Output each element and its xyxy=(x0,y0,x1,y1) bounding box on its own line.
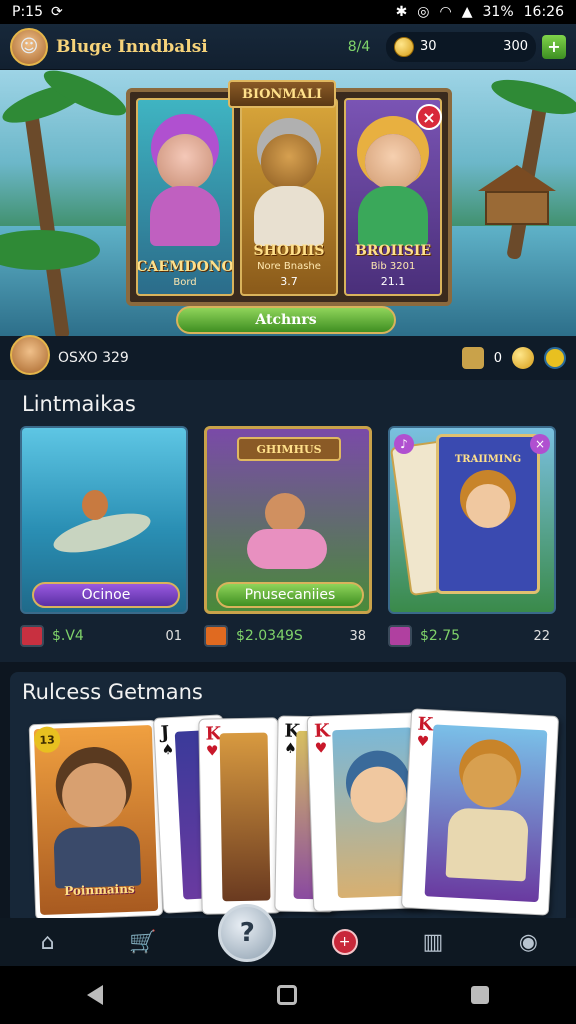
horn-icon[interactable] xyxy=(461,347,484,369)
hero-banner-title: BIONMALI xyxy=(228,80,336,108)
spade-icon: ♠ xyxy=(161,741,175,759)
hero-card-name: CAEMDONO xyxy=(136,259,234,275)
alarm-icon: ◎ xyxy=(417,4,430,20)
currency-bar: 30 300 xyxy=(386,31,536,62)
tile-button[interactable]: Ocinoe xyxy=(32,582,180,608)
diver-shape xyxy=(82,490,108,520)
section-title: Rulcess Getmans xyxy=(22,680,203,704)
bluetooth-icon: ✱ xyxy=(395,4,408,20)
hero-card[interactable]: SHODIIS Nore Bnashe 3.7 xyxy=(240,98,338,296)
library-icon[interactable]: ▥ xyxy=(413,922,453,962)
hero-card-sub: Bib 3201 xyxy=(370,261,416,272)
character-portrait xyxy=(261,134,317,190)
heart-icon: ♥ xyxy=(205,743,219,760)
add-button[interactable]: + xyxy=(331,929,358,955)
hero-card-carousel[interactable]: CAEMDONO Bord SHODIIS Nore Bnashe 3.7 BR… xyxy=(126,88,452,306)
character-portrait xyxy=(365,134,421,190)
player-avatar[interactable] xyxy=(10,335,50,375)
back-icon[interactable] xyxy=(87,985,103,1005)
playing-card[interactable]: K ♥ xyxy=(400,708,560,916)
coin-icon xyxy=(394,36,414,57)
card-rank: J xyxy=(160,722,170,744)
status-time-left: P:15 xyxy=(12,4,43,20)
featured-tile[interactable]: Ocinoe $.V4 01 xyxy=(20,426,188,656)
stilt-hut xyxy=(478,165,556,225)
hero-action-button[interactable]: Atchnrs xyxy=(176,306,396,334)
home-icon[interactable]: ⌂ xyxy=(28,922,68,962)
close-icon[interactable]: × xyxy=(416,104,442,130)
hero-card-stat: 21.1 xyxy=(380,275,406,288)
recents-icon[interactable] xyxy=(471,986,489,1004)
shopping-cart-icon[interactable]: 🛒 xyxy=(123,922,163,962)
hero-card-sub: Nore Bnashe xyxy=(257,261,321,272)
tile-art: TRAIIMING ♪ × xyxy=(388,426,556,614)
character-portrait xyxy=(157,134,213,190)
home-circle-icon[interactable] xyxy=(277,985,297,1005)
level-indicator: 8/4 xyxy=(347,38,371,55)
character-body xyxy=(247,529,327,569)
clock: 16:26 xyxy=(523,4,564,20)
hero-card[interactable]: CAEMDONO Bord xyxy=(136,98,234,296)
sync-icon: ⟳ xyxy=(50,4,63,20)
tile-price: $2.75 xyxy=(420,628,461,644)
character-body xyxy=(254,186,324,246)
character-portrait xyxy=(265,493,305,533)
tile-count: 38 xyxy=(349,628,366,644)
playing-card[interactable]: K ♥ xyxy=(198,717,282,915)
timer-icon[interactable] xyxy=(544,347,566,369)
heart-icon: ♥ xyxy=(314,740,328,757)
close-icon[interactable]: × xyxy=(530,434,550,454)
heart-icon: ♥ xyxy=(416,733,430,751)
tile-count: 01 xyxy=(165,628,182,644)
hero-card-name: SHODIIS xyxy=(253,243,325,259)
character-portrait xyxy=(466,484,510,528)
tile-price: $2.0349S xyxy=(236,628,303,644)
help-center-button[interactable]: ? xyxy=(218,904,277,962)
gem-icon xyxy=(204,625,228,647)
top-bar: ☺ Bluge Inndbalsi 8/4 30 300 + xyxy=(0,24,576,70)
profile-icon[interactable]: ◉ xyxy=(508,922,548,962)
tile-price: $.V4 xyxy=(52,628,84,644)
player-count: 0 xyxy=(493,350,502,366)
section-title: Lintmaikas xyxy=(22,392,136,416)
battery-level: 31% xyxy=(482,4,514,20)
tile-art-label: TRAIIMING xyxy=(454,453,522,465)
gem-icon xyxy=(20,625,44,647)
player-info: OSXO 329 xyxy=(58,350,129,366)
spade-icon: ♠ xyxy=(283,740,297,757)
tile-art-label: GHIMHUS xyxy=(237,437,341,461)
character-body xyxy=(53,825,142,889)
badge-icon: ♪ xyxy=(394,434,414,454)
gem-icon xyxy=(388,625,412,647)
coin-balance-b: 300 xyxy=(503,39,528,54)
player-strip: OSXO 329 0 xyxy=(0,335,576,380)
character-body xyxy=(358,186,428,246)
featured-section: Lintmaikas Ocinoe $.V4 01 GHIMHUS Pnusec… xyxy=(0,380,576,662)
featured-tile[interactable]: TRAIIMING ♪ × $2.75 22 xyxy=(388,426,556,656)
cards-section: Rulcess Getmans 13 Poinmains J ♠ K ♥ K ♠… xyxy=(10,672,566,924)
card-rank: K xyxy=(416,713,434,736)
coin-icon xyxy=(512,347,534,369)
hero-card-name: BROIISIE xyxy=(354,243,432,259)
app-title: Bluge Inndbalsi xyxy=(56,36,208,57)
wifi-icon: ◠ xyxy=(439,4,452,20)
playing-card[interactable]: 13 Poinmains xyxy=(28,719,164,921)
signal-icon: ▲ xyxy=(461,4,473,20)
hero-card-sub: Bord xyxy=(173,277,197,288)
add-currency-button[interactable]: + xyxy=(542,34,566,59)
system-nav-bar xyxy=(0,966,576,1024)
hero-card-stat: 3.7 xyxy=(280,275,298,288)
bottom-nav: ⌂ 🛒 ? + ▥ ◉ xyxy=(0,904,576,966)
tile-count: 22 xyxy=(533,628,550,644)
card-rank: K xyxy=(313,720,331,742)
character-body xyxy=(445,807,530,882)
tile-button[interactable]: Pnusecaniies xyxy=(216,582,364,608)
profile-avatar[interactable]: ☺ xyxy=(10,27,48,66)
status-bar: P:15 ⟳ ✱ ◎ ◠ ▲ 31% 16:26 xyxy=(0,0,576,24)
featured-tile[interactable]: GHIMHUS Pnusecaniies $2.0349S 38 xyxy=(204,426,372,656)
character-body xyxy=(150,186,220,246)
coin-balance-a: 30 xyxy=(420,39,437,54)
